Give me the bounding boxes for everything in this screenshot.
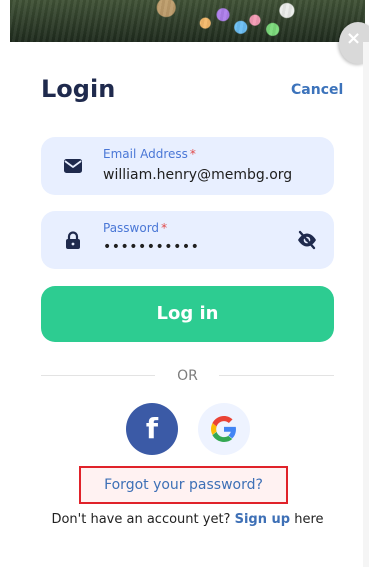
email-label-text: Email Address: [103, 147, 188, 161]
password-field-container[interactable]: Password *: [41, 211, 334, 269]
password-label-text: Password: [103, 221, 160, 235]
forgot-password-link[interactable]: Forgot your password?: [81, 476, 286, 494]
or-separator: OR: [177, 368, 198, 384]
envelope-icon: [64, 159, 82, 173]
email-input[interactable]: [103, 166, 308, 184]
divider-right: [219, 375, 334, 376]
hero-image: [10, 0, 365, 42]
close-icon[interactable]: ×: [346, 30, 361, 48]
signup-suffix: here: [294, 512, 324, 527]
password-input[interactable]: [103, 238, 308, 256]
email-required-mark: *: [189, 147, 196, 161]
google-icon: [211, 416, 236, 442]
signup-link[interactable]: Sign up: [235, 512, 290, 527]
password-label: Password *: [103, 221, 167, 235]
email-label: Email Address *: [103, 147, 196, 161]
login-button[interactable]: Log in: [41, 286, 334, 342]
scrollbar[interactable]: [363, 42, 369, 567]
google-login-button[interactable]: [198, 403, 250, 455]
forgot-password-highlight: Forgot your password?: [79, 466, 288, 504]
page-title: Login: [41, 75, 116, 103]
signup-prompt: Don't have an account yet? Sign up here: [0, 512, 369, 528]
cancel-link[interactable]: Cancel: [291, 81, 343, 99]
lock-icon: [66, 231, 80, 249]
signup-prefix: Don't have an account yet?: [51, 512, 231, 527]
facebook-login-button[interactable]: f: [126, 403, 178, 455]
password-required-mark: *: [161, 221, 168, 235]
email-field-container[interactable]: Email Address *: [41, 137, 334, 195]
facebook-icon: f: [145, 412, 159, 445]
eye-slash-icon[interactable]: [296, 230, 318, 250]
